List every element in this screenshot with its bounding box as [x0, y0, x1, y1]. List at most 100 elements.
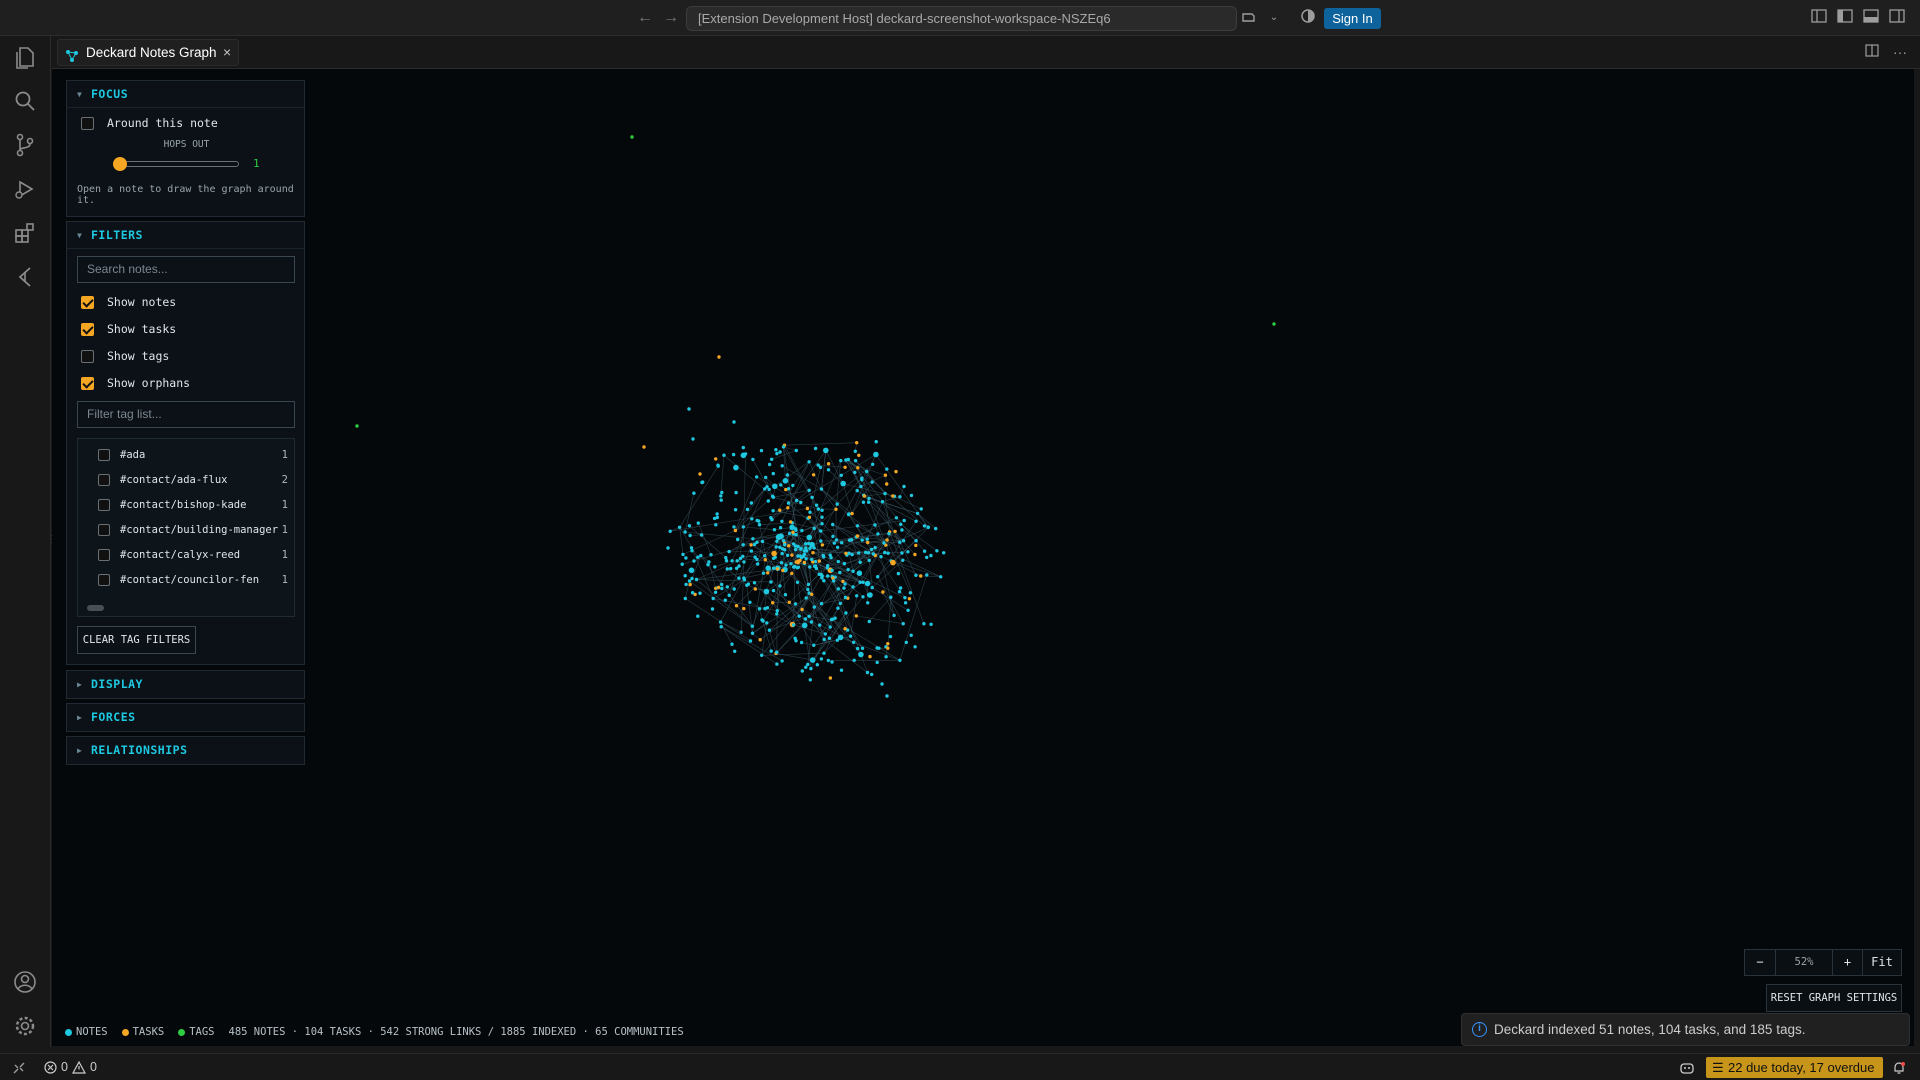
note-node[interactable]: [844, 458, 848, 462]
task-node[interactable]: [855, 534, 860, 538]
note-node[interactable]: [834, 538, 839, 542]
note-node[interactable]: [722, 453, 726, 457]
note-node[interactable]: [894, 516, 899, 520]
note-node[interactable]: [718, 620, 723, 624]
note-node[interactable]: [730, 642, 734, 646]
note-node[interactable]: [883, 491, 887, 496]
note-node[interactable]: [783, 543, 787, 547]
note-node[interactable]: [355, 424, 359, 428]
note-node[interactable]: [687, 524, 692, 528]
note-node[interactable]: [843, 582, 847, 586]
note-node[interactable]: [696, 555, 700, 559]
arrow-right-icon[interactable]: →: [662, 9, 680, 27]
note-node[interactable]: [934, 526, 938, 531]
task-node[interactable]: [817, 559, 821, 563]
note-node[interactable]: [741, 554, 745, 558]
note-node[interactable]: [835, 502, 839, 506]
note-node[interactable]: [748, 600, 752, 604]
note-node[interactable]: [865, 469, 869, 474]
note-node[interactable]: [765, 621, 769, 625]
note-node[interactable]: [827, 636, 832, 640]
note-node[interactable]: [838, 570, 842, 575]
notes-graph[interactable]: [52, 69, 1914, 1046]
note-node[interactable]: [713, 565, 717, 569]
problems-indicator[interactable]: 0 0: [44, 1054, 97, 1080]
note-node[interactable]: [737, 576, 741, 580]
note-node[interactable]: [821, 553, 825, 558]
note-node[interactable]: [866, 500, 871, 504]
note-node[interactable]: [831, 534, 835, 539]
note-node[interactable]: [830, 660, 834, 664]
note-node[interactable]: [836, 606, 840, 610]
note-node[interactable]: [850, 552, 854, 557]
note-node[interactable]: [688, 533, 692, 538]
task-node[interactable]: [766, 571, 770, 575]
note-node[interactable]: [836, 559, 840, 564]
note-node[interactable]: [906, 608, 910, 612]
note-node[interactable]: [760, 618, 764, 622]
note-node[interactable]: [886, 551, 890, 555]
note-node[interactable]: [865, 670, 870, 675]
note-node[interactable]: [786, 487, 791, 491]
sign-in-button[interactable]: Sign In: [1324, 8, 1381, 29]
task-node[interactable]: [828, 676, 833, 680]
note-node[interactable]: [813, 446, 818, 451]
note-node[interactable]: [701, 480, 705, 484]
note-node[interactable]: [699, 533, 704, 537]
tag-item[interactable]: #contact/calyx-reed 1: [98, 546, 288, 564]
account-icon[interactable]: [12, 969, 38, 995]
note-node[interactable]: [711, 596, 715, 601]
note-node[interactable]: [677, 525, 682, 529]
note-node[interactable]: [741, 445, 745, 450]
note-node[interactable]: [842, 561, 847, 566]
note-node[interactable]: [692, 491, 696, 495]
note-node[interactable]: [819, 529, 823, 533]
note-node[interactable]: [876, 532, 880, 536]
note-node[interactable]: [782, 478, 789, 484]
note-node[interactable]: [807, 614, 811, 618]
focus-panel-header[interactable]: ▼ FOCUS: [67, 81, 304, 108]
note-node[interactable]: [765, 565, 771, 571]
note-node[interactable]: [696, 521, 700, 525]
note-node[interactable]: [817, 572, 821, 576]
search-icon[interactable]: [12, 88, 38, 114]
show-tags-checkbox[interactable]: [81, 349, 94, 363]
note-node[interactable]: [858, 580, 862, 584]
note-node[interactable]: [680, 562, 684, 566]
note-node[interactable]: [857, 551, 861, 555]
note-node[interactable]: [820, 522, 824, 526]
task-node[interactable]: [733, 528, 738, 533]
note-node[interactable]: [794, 448, 798, 453]
task-node[interactable]: [734, 604, 739, 608]
note-node[interactable]: [690, 591, 695, 595]
note-node[interactable]: [869, 547, 874, 552]
note-node[interactable]: [732, 525, 736, 529]
note-node[interactable]: [698, 591, 702, 595]
task-node[interactable]: [820, 543, 825, 547]
note-node[interactable]: [870, 672, 874, 677]
task-node[interactable]: [771, 601, 775, 605]
note-node[interactable]: [860, 478, 864, 482]
note-node[interactable]: [804, 665, 808, 669]
note-node[interactable]: [796, 544, 800, 549]
task-node[interactable]: [907, 597, 912, 601]
note-node[interactable]: [880, 500, 885, 504]
note-node[interactable]: [879, 555, 883, 559]
note-node[interactable]: [899, 522, 903, 526]
task-node[interactable]: [763, 558, 767, 562]
note-node[interactable]: [760, 653, 764, 657]
task-node[interactable]: [788, 520, 793, 524]
task-node[interactable]: [791, 530, 795, 534]
task-node[interactable]: [893, 529, 897, 534]
note-node[interactable]: [898, 658, 902, 662]
note-node[interactable]: [689, 546, 694, 550]
search-notes-input[interactable]: Search notes...: [77, 256, 295, 283]
task-node[interactable]: [778, 508, 782, 512]
note-node[interactable]: [870, 480, 874, 484]
note-node[interactable]: [767, 462, 772, 467]
note-node[interactable]: [942, 551, 946, 555]
note-node[interactable]: [814, 566, 819, 571]
note-node[interactable]: [828, 553, 832, 557]
note-node[interactable]: [725, 585, 729, 589]
note-node[interactable]: [696, 614, 700, 618]
